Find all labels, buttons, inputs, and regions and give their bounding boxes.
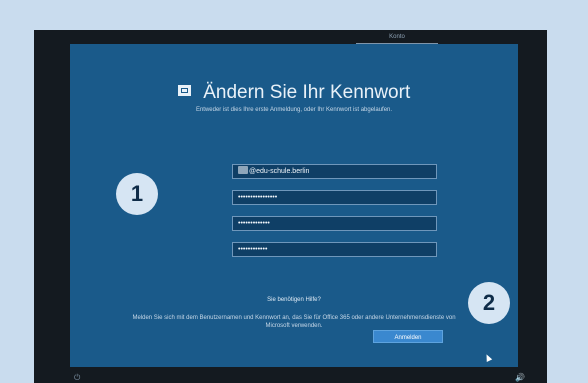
username-suffix: @edu-schule.berlin bbox=[249, 168, 310, 175]
power-icon[interactable]: ⏻ bbox=[74, 374, 80, 382]
page-title: Ändern Sie Ihr Kennwort bbox=[203, 82, 411, 103]
signin-info-text: Melden Sie sich mit dem Benutzernamen un… bbox=[132, 315, 456, 329]
top-tab-bar: Konto bbox=[34, 30, 547, 44]
callout-marker-1: 1 bbox=[116, 173, 158, 215]
old-password-value: •••••••••••••••• bbox=[238, 194, 278, 201]
title-row: Ändern Sie Ihr Kennwort bbox=[70, 82, 518, 104]
old-password-field[interactable]: •••••••••••••••• bbox=[232, 190, 437, 205]
redacted-username-icon bbox=[238, 166, 248, 174]
confirm-password-value: •••••••••••• bbox=[238, 246, 268, 253]
page-subtitle: Entweder ist dies Ihre erste Anmeldung, … bbox=[195, 107, 393, 113]
new-password-value: ••••••••••••• bbox=[238, 220, 270, 227]
account-card-icon bbox=[177, 85, 191, 96]
login-screen: Konto Ändern Sie Ihr Kennwort Entweder i… bbox=[34, 30, 547, 383]
help-link[interactable]: Sie benötigen Hilfe? bbox=[70, 297, 518, 303]
new-password-field[interactable]: ••••••••••••• bbox=[232, 216, 437, 231]
volume-icon[interactable]: 🔊 bbox=[515, 374, 525, 382]
username-field[interactable]: @edu-schule.berlin bbox=[232, 164, 437, 179]
signin-button[interactable]: Anmelden bbox=[373, 330, 443, 343]
tab-konto[interactable]: Konto bbox=[356, 30, 438, 44]
callout-marker-2: 2 bbox=[468, 282, 510, 324]
confirm-password-field[interactable]: •••••••••••• bbox=[232, 242, 437, 257]
